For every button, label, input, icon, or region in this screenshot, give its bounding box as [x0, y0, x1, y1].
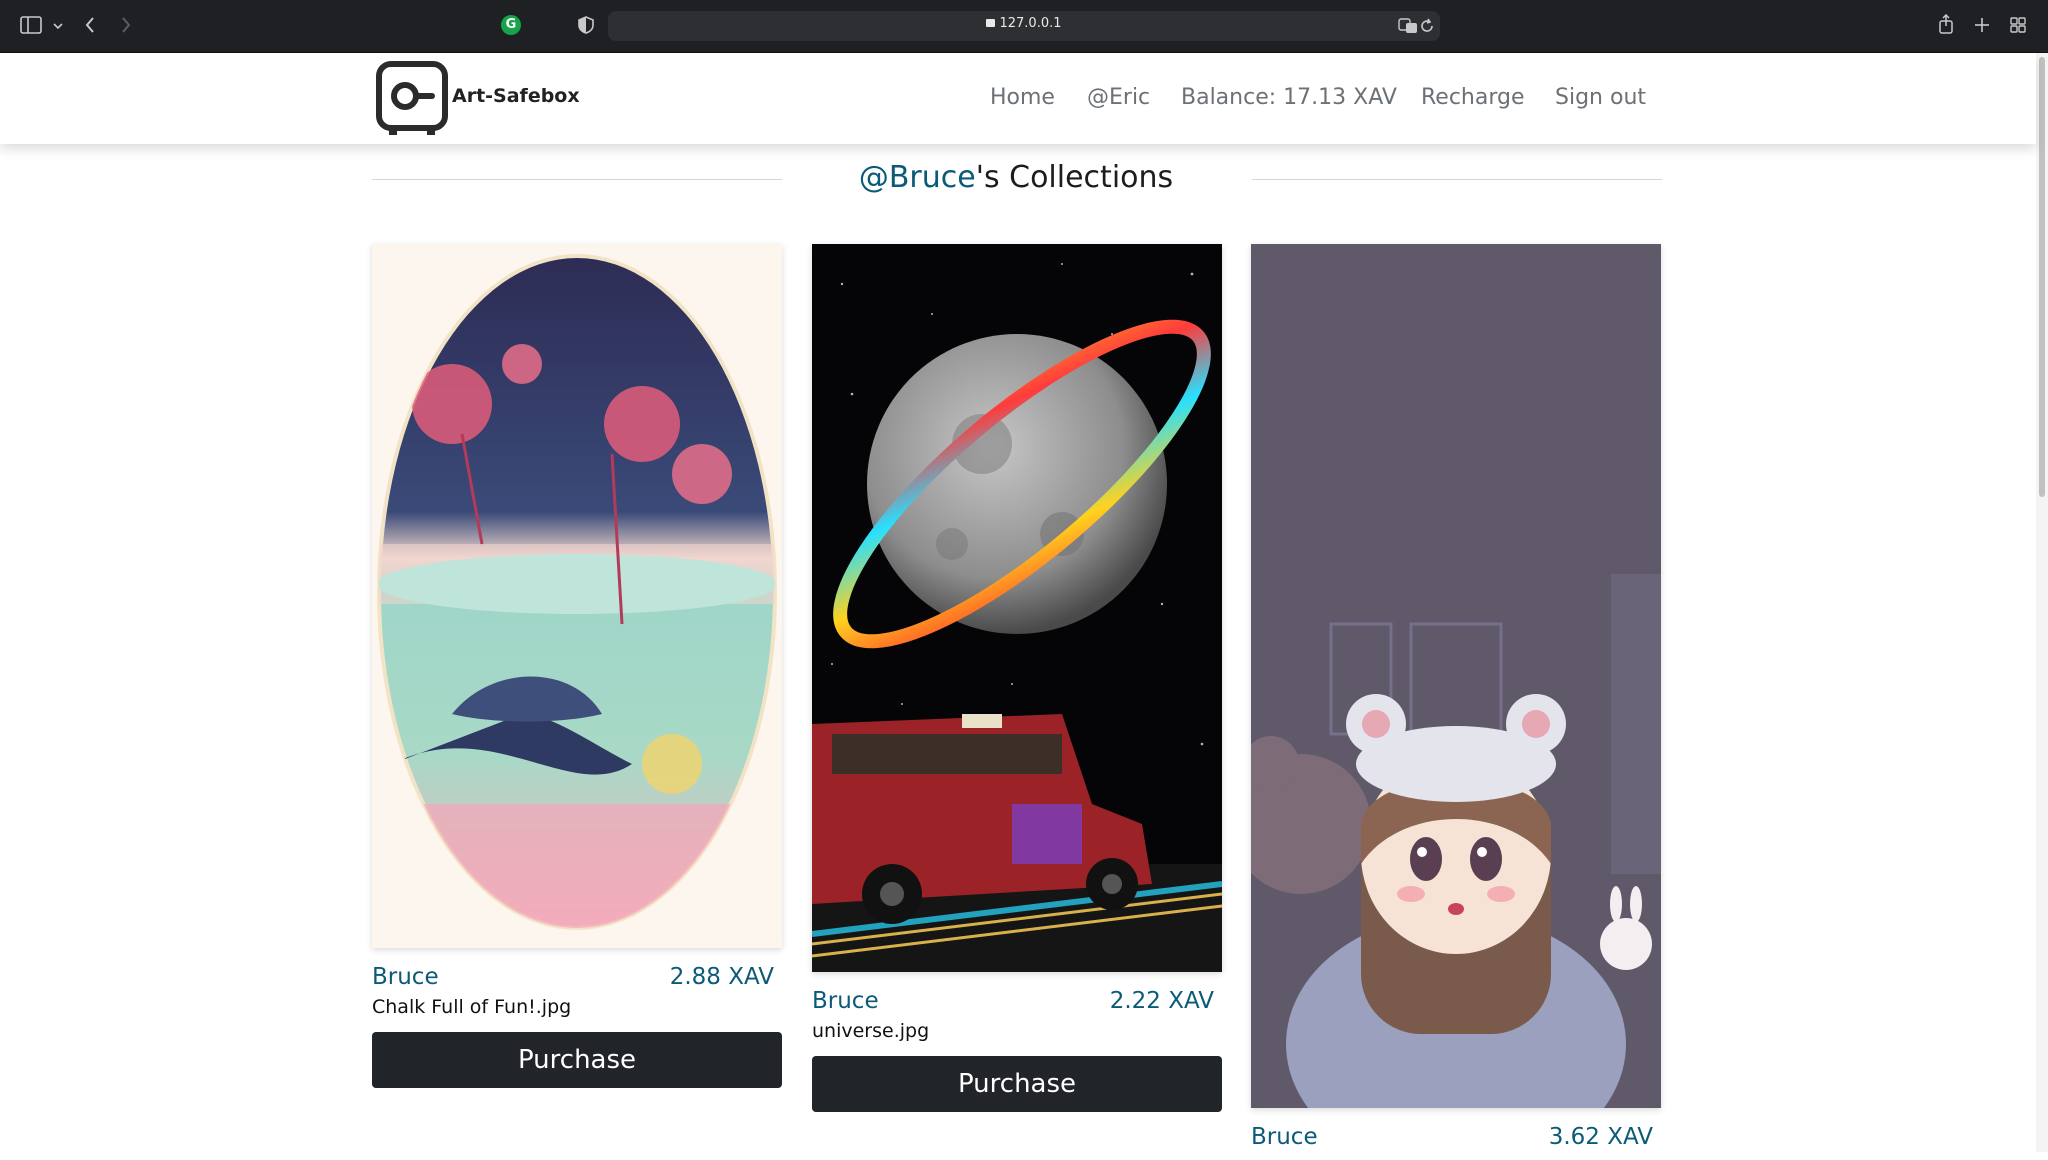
- artwork-filename: Chalk Full of Fun!.jpg: [372, 996, 572, 1018]
- artwork-card: Bruce 2.88 XAV Chalk Full of Fun!.jpg Pu…: [372, 244, 782, 1088]
- artwork-image[interactable]: [812, 244, 1222, 972]
- url-text: 127.0.0.1: [999, 16, 1062, 31]
- artwork-filename: universe.jpg: [812, 1020, 930, 1042]
- purchase-button[interactable]: Purchase: [372, 1032, 782, 1088]
- site-navbar: Art-Safebox Home @Eric Balance: 17.13 XA…: [0, 53, 2036, 144]
- collection-heading-suffix: 's Collections: [975, 160, 1174, 195]
- artwork-card: Bruce 2.22 XAV universe.jpg Purchase: [812, 244, 1222, 1112]
- address-bar[interactable]: 127.0.0.1: [608, 11, 1440, 41]
- new-tab-icon[interactable]: [1974, 17, 1990, 33]
- artwork-price: 2.22 XAV: [1109, 988, 1214, 1014]
- nav-user[interactable]: @Eric: [1087, 85, 1150, 110]
- artwork-owner-link[interactable]: Bruce: [372, 964, 439, 990]
- translate-icon[interactable]: [1398, 18, 1418, 34]
- artwork-price: 3.62 XAV: [1548, 1124, 1653, 1150]
- tab-overview-icon[interactable]: [2010, 17, 2026, 33]
- shield-icon[interactable]: [578, 16, 594, 34]
- nav-balance: Balance: 17.13 XAV: [1181, 85, 1397, 110]
- collection-owner-link[interactable]: @Bruce: [859, 160, 976, 195]
- artwork-image[interactable]: [1251, 244, 1661, 1108]
- collection-heading: @Bruce's Collections: [600, 160, 1432, 195]
- nav-recharge[interactable]: Recharge: [1421, 85, 1525, 110]
- artwork-owner-link[interactable]: Bruce: [812, 988, 879, 1014]
- reload-icon[interactable]: [1420, 18, 1434, 34]
- grammarly-icon[interactable]: G: [501, 15, 521, 35]
- scrollbar-thumb[interactable]: [2039, 57, 2045, 497]
- lock-icon: [986, 19, 996, 27]
- forward-icon[interactable]: [120, 16, 132, 34]
- brand-name[interactable]: Art-Safebox: [452, 85, 580, 107]
- sidebar-icon[interactable]: [20, 16, 42, 34]
- safebox-logo-icon[interactable]: [376, 61, 448, 137]
- browser-toolbar: G 127.0.0.1: [0, 0, 2048, 53]
- nav-signout[interactable]: Sign out: [1555, 85, 1646, 110]
- nav-home[interactable]: Home: [990, 85, 1055, 110]
- page-scrollbar[interactable]: [2036, 53, 2048, 1152]
- artwork-owner-link[interactable]: Bruce: [1251, 1124, 1318, 1150]
- artwork-image[interactable]: [372, 244, 782, 948]
- purchase-button[interactable]: Purchase: [812, 1056, 1222, 1112]
- chevron-down-icon[interactable]: [53, 22, 63, 30]
- share-icon[interactable]: [1938, 14, 1954, 34]
- artwork-price: 2.88 XAV: [669, 964, 774, 990]
- artwork-card: Bruce 3.62 XAV: [1251, 244, 1661, 1160]
- back-icon[interactable]: [84, 16, 96, 34]
